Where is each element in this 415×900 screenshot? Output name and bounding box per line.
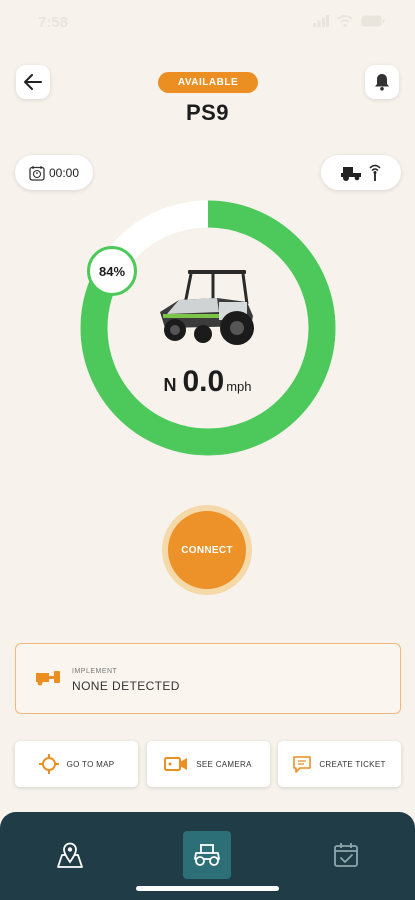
nav-map[interactable]	[46, 831, 94, 879]
calendar-check-icon	[334, 843, 358, 867]
chat-ticket-icon	[293, 755, 312, 773]
camera-icon	[164, 757, 188, 771]
notifications-button[interactable]	[365, 65, 399, 99]
create-ticket-label: CREATE TICKET	[319, 759, 386, 769]
create-ticket-button[interactable]: CREATE TICKET	[278, 741, 401, 787]
implement-label: IMPLEMENT	[72, 668, 118, 675]
tractor-image	[160, 270, 254, 345]
nav-tasks[interactable]	[322, 831, 370, 879]
go-to-map-label: GO TO MAP	[66, 759, 115, 769]
implement-icon	[36, 671, 60, 686]
see-camera-button[interactable]: SEE CAMERA	[146, 741, 270, 787]
wifi-icon	[337, 15, 353, 27]
implement-value: NONE DETECTED	[72, 679, 180, 693]
back-button[interactable]	[16, 65, 50, 99]
status-bar: 7:58	[0, 0, 415, 46]
arrow-left-icon	[24, 74, 42, 90]
see-camera-label: SEE CAMERA	[196, 759, 252, 769]
timer-value: 00:00	[48, 165, 80, 180]
battery-status-icon	[361, 15, 385, 27]
radio-signal-icon	[369, 164, 381, 181]
status-badge: AVAILABLE	[158, 72, 258, 93]
signal-icon	[313, 15, 329, 27]
vehicle-icon	[341, 166, 361, 181]
implement-card: IMPLEMENT NONE DETECTED	[15, 643, 401, 714]
battery-percent-badge: 84%	[87, 246, 137, 296]
bell-icon	[375, 74, 389, 91]
go-to-map-button[interactable]: GO TO MAP	[15, 741, 138, 787]
map-pin-icon	[57, 842, 83, 868]
bottom-nav	[0, 812, 415, 900]
speed-unit: mph	[226, 379, 252, 394]
connect-button[interactable]: CONNECT	[168, 511, 246, 589]
vehicle-name: PS9	[185, 100, 230, 125]
connect-button-halo: CONNECT	[162, 505, 252, 595]
session-timer[interactable]: 00:00	[15, 155, 93, 190]
speed-readout: N 0.0 mph	[0, 365, 415, 399]
home-indicator	[136, 886, 279, 891]
action-row: GO TO MAP SEE CAMERA CREATE TICKET	[15, 741, 401, 787]
timer-icon	[29, 165, 45, 181]
status-icons	[313, 15, 385, 27]
connection-status-chip[interactable]	[321, 155, 401, 190]
status-time: 7:58	[38, 14, 69, 31]
crosshair-icon	[38, 754, 59, 774]
nav-vehicle[interactable]	[183, 831, 231, 879]
speed-value: 0.0	[182, 365, 225, 398]
tractor-icon	[194, 844, 220, 866]
heading-direction: N	[163, 375, 177, 395]
